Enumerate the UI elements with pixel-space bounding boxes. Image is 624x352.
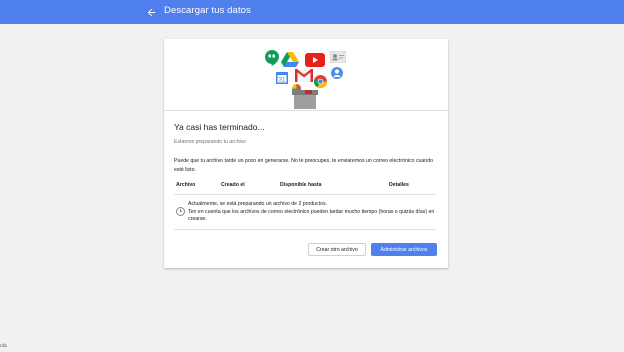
arrow-back-icon <box>147 8 155 16</box>
status-subheading: Estamos preparando tu archivo <box>174 139 247 145</box>
hangouts-icon <box>265 50 279 66</box>
column-header-disponible: Disponible hasta <box>280 182 322 188</box>
table-row: Actualmente, se está preparando un archi… <box>188 201 438 224</box>
back-button[interactable] <box>143 4 159 20</box>
contacts-icon <box>330 51 346 63</box>
column-header-detalles: Detalles <box>389 182 409 188</box>
info-paragraph: Puede que tu archivo tarde un poco en ge… <box>174 158 433 173</box>
column-header-archivo: Archivo <box>176 182 196 188</box>
drive-icon <box>281 52 299 67</box>
column-header-creado: Creado el <box>221 182 245 188</box>
calendar-icon: 31 <box>276 72 288 84</box>
archive-status-line: Actualmente, se está preparando un archi… <box>188 201 327 207</box>
youtube-icon <box>305 53 325 67</box>
products-illustration: 31 <box>164 39 448 111</box>
table-footer-divider <box>174 229 436 230</box>
box-icon <box>292 90 318 109</box>
archive-card: 31 Ya casi has terminado... Estamos prep… <box>164 39 448 268</box>
gmail-icon <box>295 69 313 82</box>
status-heading: Ya casi has terminado... <box>174 122 265 132</box>
create-another-archive-button[interactable]: Crear otro archivo <box>308 243 366 256</box>
app-header: Descargar tus datos <box>0 0 624 24</box>
clock-icon <box>176 207 185 216</box>
table-header-divider <box>174 194 436 195</box>
svg-text:31: 31 <box>279 78 286 84</box>
footer-text: ula <box>0 343 7 349</box>
archive-status-note: Ten en cuenta que los archivos de correo… <box>188 208 435 223</box>
chrome-icon <box>314 75 327 88</box>
page-title: Descargar tus datos <box>164 5 251 16</box>
profile-icon <box>331 67 343 79</box>
manage-archives-button[interactable]: Administrar archivos <box>371 243 437 256</box>
